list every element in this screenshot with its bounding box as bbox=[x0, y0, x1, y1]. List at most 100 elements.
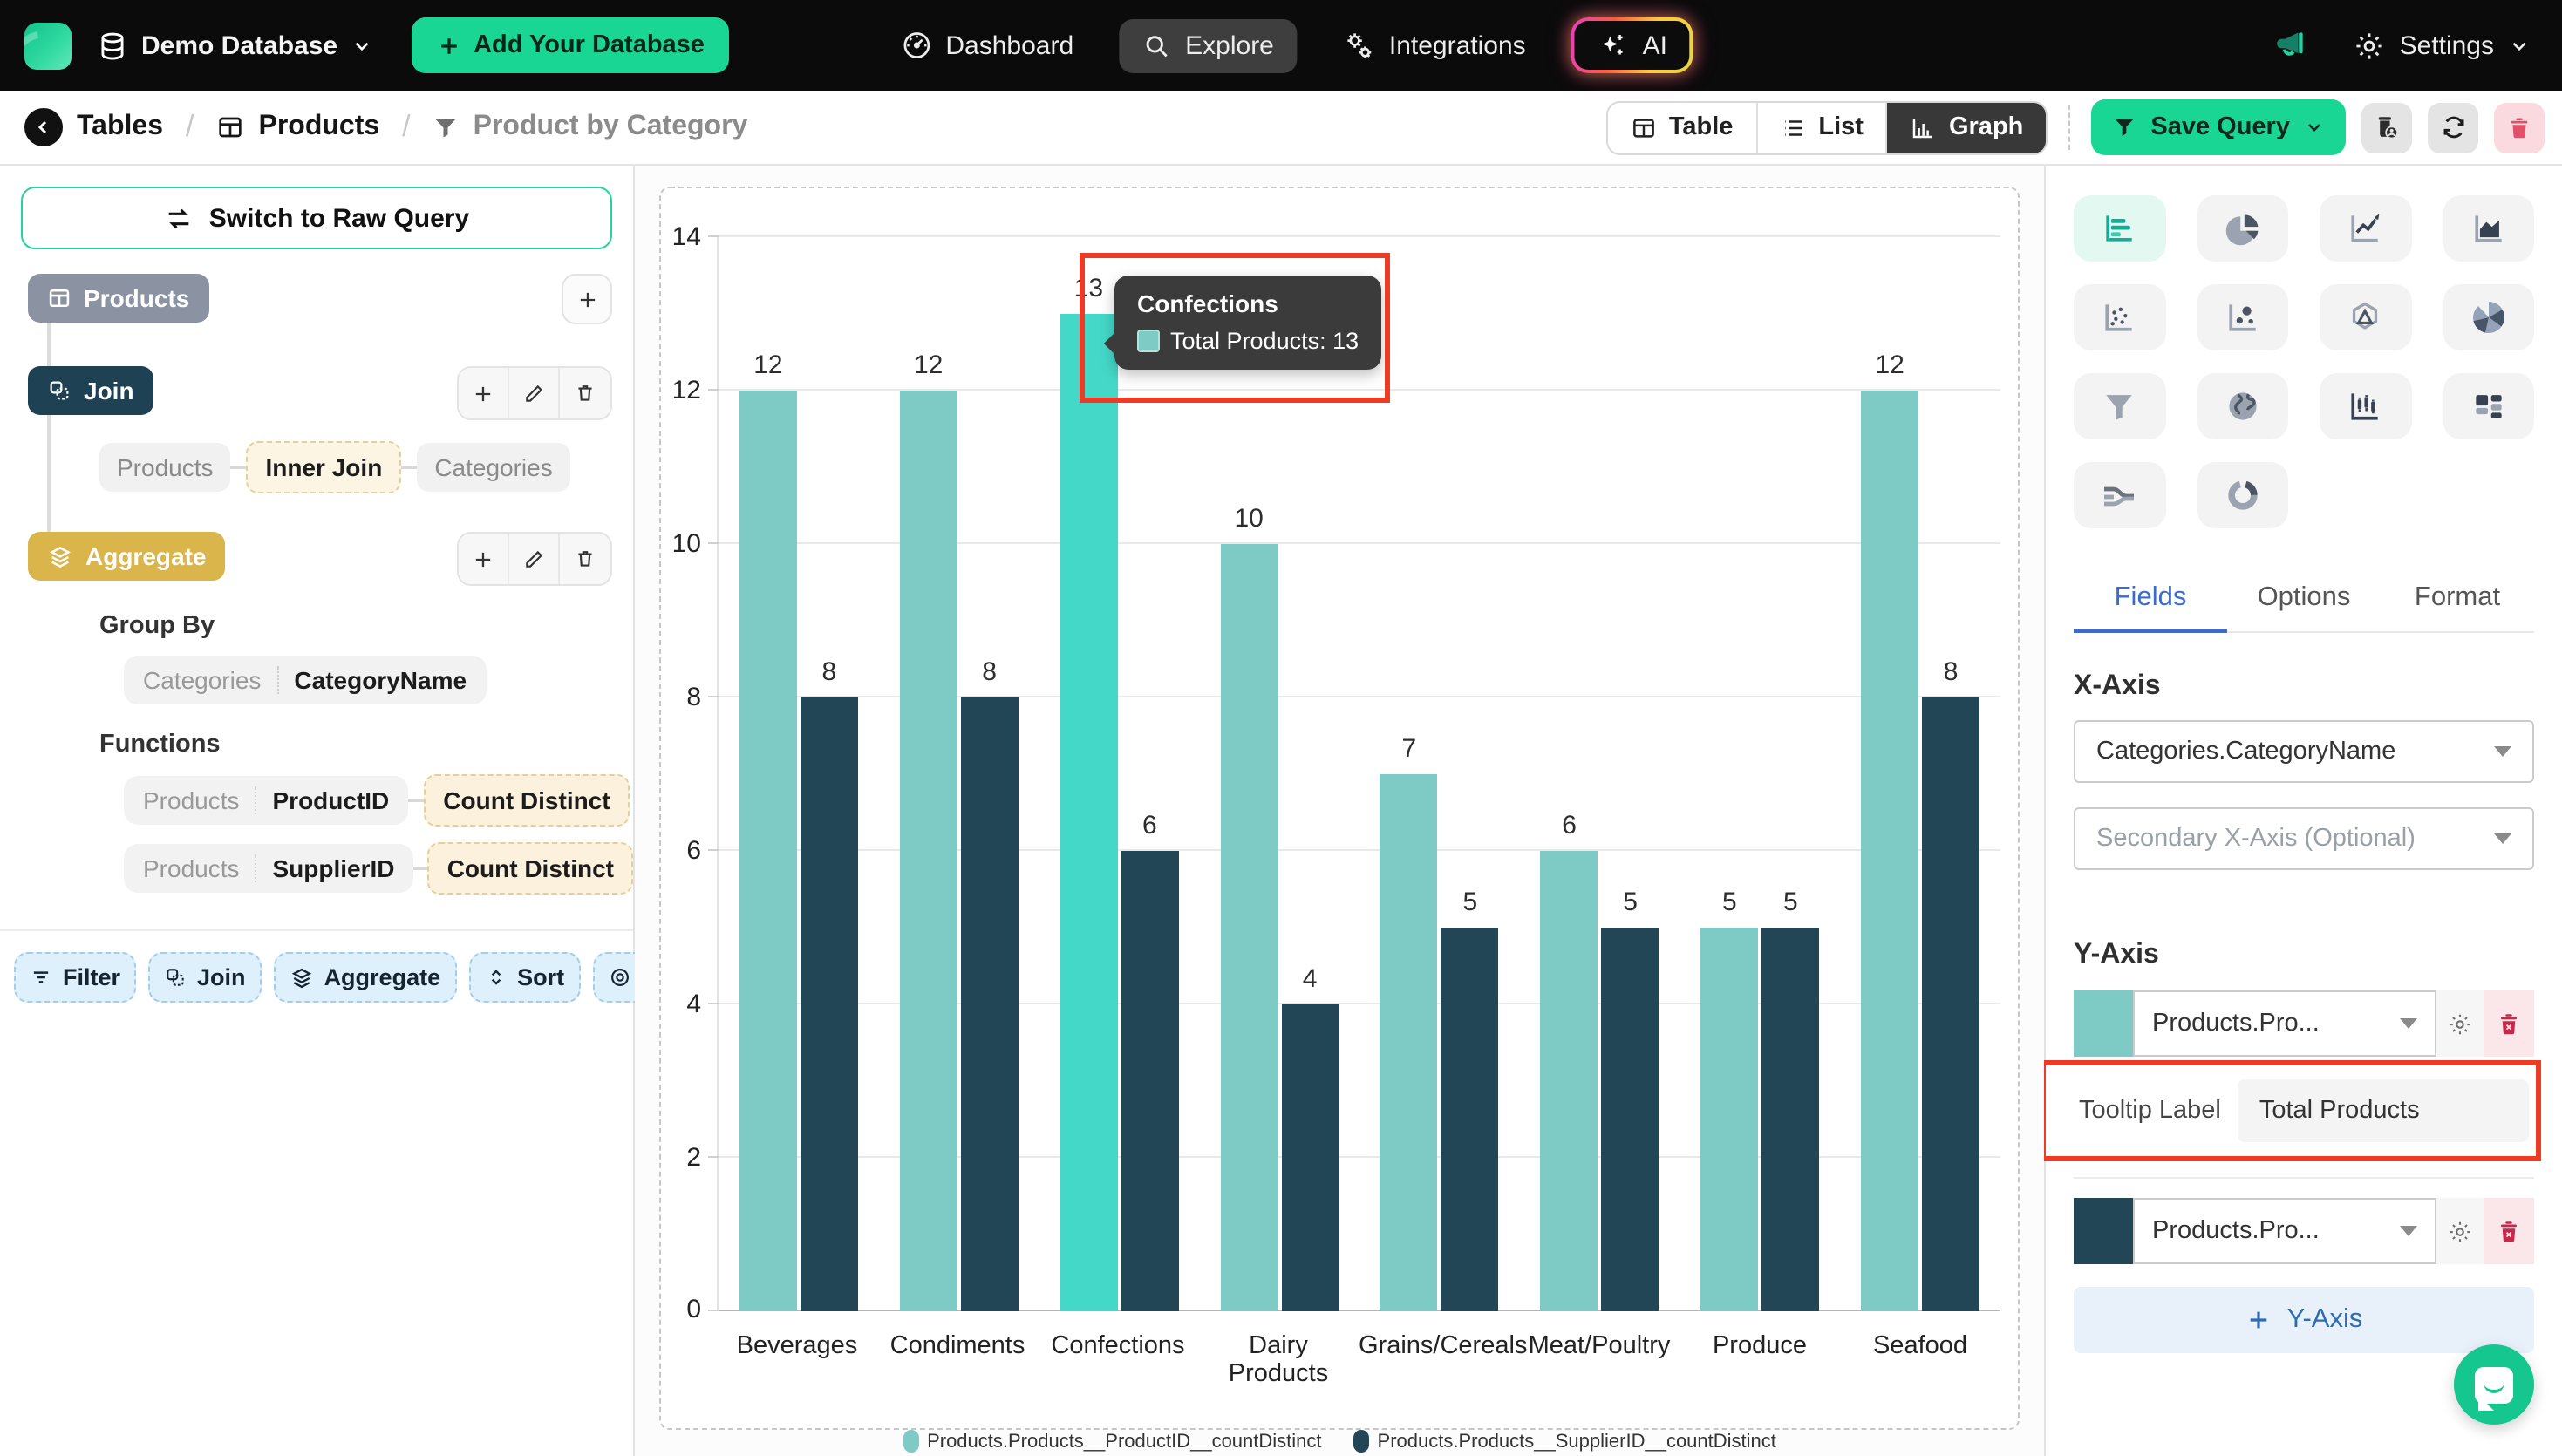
bar-produce-supplierid[interactable]: 5 bbox=[1761, 928, 1819, 1311]
series-settings-button[interactable] bbox=[2436, 1198, 2484, 1264]
nav-right: Settings bbox=[2272, 26, 2531, 65]
refresh-button[interactable] bbox=[2428, 102, 2478, 153]
function-type-chip[interactable]: Count Distinct bbox=[428, 842, 633, 895]
bar-group-confections: 13 6 bbox=[1039, 237, 1200, 1311]
series-delete-button[interactable] bbox=[2484, 1198, 2534, 1264]
bar-confections-supplierid[interactable]: 6 bbox=[1121, 851, 1178, 1311]
bar-beverages-productid[interactable]: 12 bbox=[739, 391, 797, 1311]
series-color-swatch[interactable] bbox=[2074, 1198, 2133, 1264]
tab-fields[interactable]: Fields bbox=[2074, 570, 2227, 633]
sort-button[interactable]: Sort bbox=[468, 952, 580, 1003]
legend-item-productid[interactable]: Products.Products__ProductID__countDisti… bbox=[903, 1430, 1321, 1453]
line-chart-icon[interactable] bbox=[2320, 195, 2411, 262]
y-series-row-1: Products.Pro... bbox=[2074, 990, 2534, 1057]
app-logo[interactable] bbox=[24, 22, 72, 69]
bar-condiments-supplierid[interactable]: 8 bbox=[961, 697, 1019, 1311]
area-chart-icon[interactable] bbox=[2443, 195, 2534, 262]
database-switcher[interactable]: Demo Database bbox=[96, 29, 372, 62]
nav-item-explore[interactable]: Explore bbox=[1119, 18, 1297, 72]
add-y-axis-button[interactable]: Y-Axis bbox=[2074, 1287, 2534, 1353]
y-series-select[interactable]: Products.Pro... bbox=[2133, 990, 2436, 1057]
bar-group-dairy: 10 4 bbox=[1199, 237, 1359, 1311]
save-query-button[interactable]: Save Query bbox=[2091, 99, 2346, 155]
series-delete-button[interactable] bbox=[2484, 990, 2534, 1057]
aggregate-add-button[interactable] bbox=[459, 534, 509, 584]
y-series-select[interactable]: Products.Pro... bbox=[2133, 1198, 2436, 1264]
group-by-chip[interactable]: Categories CategoryName bbox=[124, 656, 486, 704]
tooltip-label-label: Tooltip Label bbox=[2079, 1097, 2221, 1125]
donut-chart-icon[interactable] bbox=[2197, 462, 2288, 528]
join-button[interactable]: Join bbox=[148, 952, 262, 1003]
rose-chart-icon[interactable] bbox=[2443, 284, 2534, 350]
bar-condiments-productid[interactable]: 12 bbox=[900, 391, 957, 1311]
breadcrumb-tables[interactable]: Tables bbox=[77, 112, 163, 143]
map-chart-icon[interactable] bbox=[2197, 373, 2288, 439]
aggregate-node-badge[interactable]: Aggregate bbox=[28, 532, 225, 581]
chat-launcher-button[interactable] bbox=[2454, 1344, 2534, 1425]
delete-query-button[interactable] bbox=[2494, 102, 2545, 153]
view-toggle-graph[interactable]: Graph bbox=[1888, 102, 2046, 153]
breadcrumb-products[interactable]: Products bbox=[258, 112, 379, 143]
top-navbar: Demo Database Add Your Database Dashboar… bbox=[0, 0, 2562, 91]
tab-options[interactable]: Options bbox=[2227, 570, 2381, 631]
announcement-megaphone-icon[interactable] bbox=[2272, 26, 2314, 65]
bar-beverages-supplierid[interactable]: 8 bbox=[801, 697, 858, 1311]
aggregate-delete-button[interactable] bbox=[560, 534, 610, 584]
join-edit-button[interactable] bbox=[509, 368, 560, 418]
bar-confections-productid-hovered[interactable]: 13 bbox=[1060, 314, 1117, 1311]
bar-dairy-productid[interactable]: 10 bbox=[1220, 544, 1278, 1311]
function-field-chip[interactable]: Products ProductID bbox=[124, 776, 408, 825]
join-left-table-chip[interactable]: Products bbox=[99, 443, 231, 492]
legend-item-supplierid[interactable]: Products.Products__SupplierID__countDist… bbox=[1353, 1430, 1776, 1453]
bar-dairy-supplierid[interactable]: 4 bbox=[1281, 1004, 1339, 1311]
nav-item-integrations[interactable]: Integrations bbox=[1342, 29, 1526, 62]
nav-item-dashboard[interactable]: Dashboard bbox=[900, 30, 1073, 61]
bar-seafood-productid[interactable]: 12 bbox=[1861, 391, 1918, 1311]
series-color-swatch[interactable] bbox=[2074, 990, 2133, 1057]
aggregate-button[interactable]: Aggregate bbox=[274, 952, 457, 1003]
bar-chart-icon[interactable] bbox=[2074, 195, 2165, 262]
view-toggle-table[interactable]: Table bbox=[1608, 102, 1758, 153]
join-definition: Products Inner Join Categories bbox=[99, 441, 633, 493]
bar-produce-productid[interactable]: 5 bbox=[1700, 928, 1758, 1311]
join-type-chip[interactable]: Inner Join bbox=[247, 441, 402, 493]
series-settings-button[interactable] bbox=[2436, 990, 2484, 1057]
bar-meat-supplierid[interactable]: 5 bbox=[1602, 928, 1659, 1311]
bubble-chart-icon[interactable] bbox=[2197, 284, 2288, 350]
secondary-x-axis-select[interactable]: Secondary X-Axis (Optional) bbox=[2074, 807, 2534, 870]
add-step-button[interactable] bbox=[562, 274, 612, 324]
bar-grains-supplierid[interactable]: 5 bbox=[1441, 928, 1499, 1311]
nav-item-settings[interactable]: Settings bbox=[2353, 29, 2531, 62]
sankey-chart-icon[interactable] bbox=[2074, 462, 2165, 528]
switch-raw-label: Switch to Raw Query bbox=[209, 203, 469, 233]
bar-meat-productid[interactable]: 6 bbox=[1541, 851, 1598, 1311]
scatter-plot-icon[interactable] bbox=[2074, 284, 2165, 350]
nav-item-ai[interactable]: AI bbox=[1571, 17, 1693, 73]
pie-chart-icon[interactable] bbox=[2197, 195, 2288, 262]
tab-format[interactable]: Format bbox=[2381, 570, 2534, 631]
connector-line bbox=[401, 466, 417, 469]
function-type-chip[interactable]: Count Distinct bbox=[424, 774, 629, 827]
join-right-table-chip[interactable]: Categories bbox=[417, 443, 569, 492]
funnel-chart-icon[interactable] bbox=[2074, 373, 2165, 439]
function-field-chip[interactable]: Products SupplierID bbox=[124, 844, 414, 893]
bar-grains-productid[interactable]: 7 bbox=[1380, 774, 1438, 1311]
join-node-badge[interactable]: Join bbox=[28, 366, 153, 415]
back-button[interactable] bbox=[24, 108, 63, 146]
bar-seafood-supplierid[interactable]: 8 bbox=[1922, 697, 1979, 1311]
table-node-badge[interactable]: Products bbox=[28, 274, 208, 323]
aggregate-edit-button[interactable] bbox=[509, 534, 560, 584]
radar-chart-icon[interactable] bbox=[2320, 284, 2411, 350]
switch-to-raw-query-button[interactable]: Switch to Raw Query bbox=[21, 187, 612, 249]
x-axis-selected-value: Categories.CategoryName bbox=[2096, 738, 2395, 765]
join-add-button[interactable] bbox=[459, 368, 509, 418]
view-toggle-list[interactable]: List bbox=[1757, 102, 1888, 153]
add-database-button[interactable]: Add Your Database bbox=[411, 17, 729, 73]
filter-button[interactable]: Filter bbox=[14, 952, 136, 1003]
tooltip-label-input[interactable] bbox=[2238, 1079, 2529, 1142]
treemap-chart-icon[interactable] bbox=[2443, 373, 2534, 439]
x-axis-select[interactable]: Categories.CategoryName bbox=[2074, 720, 2534, 783]
candlestick-chart-icon[interactable] bbox=[2320, 373, 2411, 439]
history-jar-button[interactable] bbox=[2361, 102, 2412, 153]
join-delete-button[interactable] bbox=[560, 368, 610, 418]
